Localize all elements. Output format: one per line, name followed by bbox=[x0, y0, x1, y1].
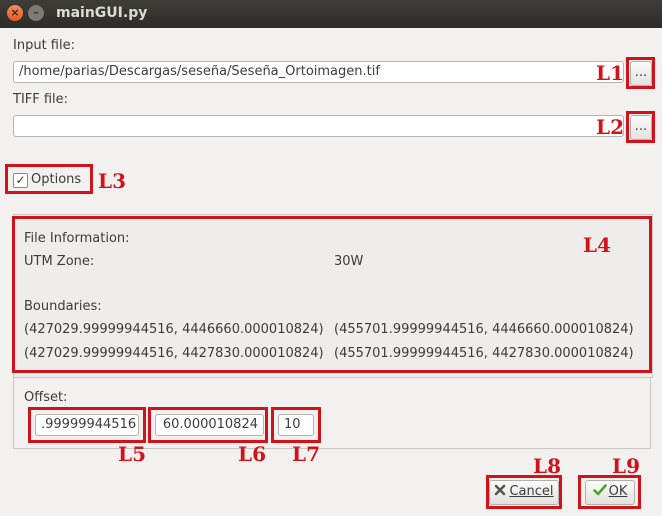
annotation-box-l4 bbox=[12, 216, 652, 373]
annotation-label-l4: L4 bbox=[583, 233, 611, 257]
annotation-box-l6 bbox=[148, 407, 268, 443]
annotation-box-l5 bbox=[28, 407, 146, 443]
offset-label: Offset: bbox=[24, 390, 68, 405]
annotation-box-l9 bbox=[578, 475, 641, 509]
annotation-label-l7: L7 bbox=[292, 442, 320, 466]
annotation-label-l2: L2 bbox=[596, 115, 624, 139]
annotation-box-l2 bbox=[626, 111, 655, 143]
annotation-box-l7 bbox=[271, 407, 321, 443]
annotation-box-l1 bbox=[626, 57, 655, 89]
close-window-icon[interactable]: × bbox=[7, 5, 23, 21]
minimize-window-icon[interactable]: – bbox=[28, 5, 44, 21]
annotation-label-l5: L5 bbox=[118, 442, 146, 466]
annotation-label-l9: L9 bbox=[612, 454, 640, 478]
tiff-file-field[interactable] bbox=[13, 115, 624, 137]
tiff-file-label: TIFF file: bbox=[13, 92, 69, 107]
window-title: mainGUI.py bbox=[56, 5, 148, 21]
annotation-label-l1: L1 bbox=[596, 61, 624, 85]
input-file-field[interactable]: /home/parias/Descargas/seseña/Seseña_Ort… bbox=[13, 61, 624, 83]
annotation-box-l3 bbox=[5, 164, 93, 194]
annotation-label-l6: L6 bbox=[238, 442, 266, 466]
title-bar: × – mainGUI.py bbox=[0, 0, 662, 28]
annotation-label-l8: L8 bbox=[533, 454, 561, 478]
annotation-box-l8 bbox=[486, 475, 562, 509]
annotation-label-l3: L3 bbox=[98, 169, 126, 193]
input-file-label: Input file: bbox=[13, 38, 75, 53]
